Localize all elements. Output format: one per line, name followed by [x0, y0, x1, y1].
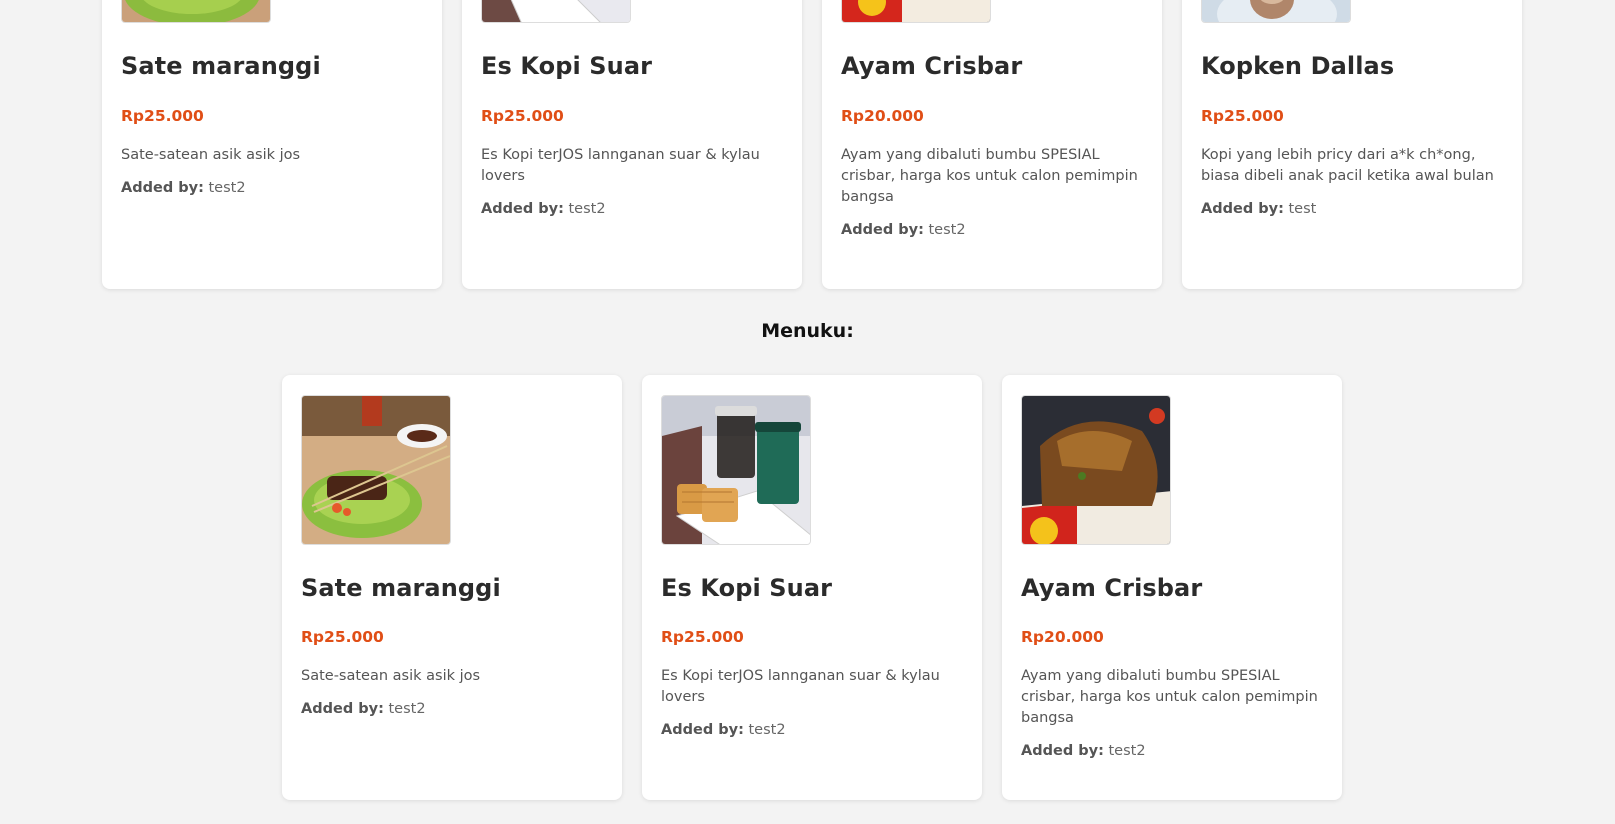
added-by-label: Added by: — [841, 222, 924, 238]
product-image-kopi-suar — [481, 0, 631, 23]
product-description: Ayam yang dibaluti bumbu SPESIAL crisbar… — [1021, 668, 1318, 726]
product-added-by: Added by: test2 — [121, 180, 246, 196]
product-description: Sate-satean asik asik jos — [121, 147, 301, 163]
my-product-card[interactable]: Sate maranggi Rp25.000 Sate-satean asik … — [282, 375, 622, 800]
product-description: Es Kopi terJOS lannganan suar & kylau lo… — [661, 668, 940, 705]
product-card[interactable]: Kopken Dallas Rp25.000 Kopi yang lebih p… — [1182, 0, 1522, 289]
added-by-user: test2 — [568, 201, 606, 217]
product-image-crisbar — [1021, 395, 1171, 545]
section-title-menuku: Menuku: — [761, 320, 854, 342]
product-price: Rp25.000 — [121, 107, 204, 125]
product-card[interactable]: Es Kopi Suar Rp25.000 Es Kopi terJOS lan… — [462, 0, 802, 289]
product-card[interactable]: Sate maranggi Rp25.000 Sate-satean asik … — [102, 0, 442, 289]
added-by-label: Added by: — [1201, 201, 1284, 217]
product-image-crisbar — [841, 0, 991, 23]
product-description: Kopi yang lebih pricy dari a*k ch*ong, b… — [1201, 147, 1494, 184]
added-by-user: test2 — [208, 180, 246, 196]
added-by-user: test2 — [928, 222, 966, 238]
added-by-user: test2 — [388, 701, 426, 717]
product-price: Rp25.000 — [661, 628, 744, 646]
added-by-label: Added by: — [1021, 743, 1104, 759]
product-added-by: Added by: test2 — [841, 222, 966, 238]
product-image-kopi-suar — [661, 395, 811, 545]
product-price: Rp20.000 — [1021, 628, 1104, 646]
product-price: Rp25.000 — [301, 628, 384, 646]
added-by-label: Added by: — [301, 701, 384, 717]
product-price: Rp20.000 — [841, 107, 924, 125]
my-product-card[interactable]: Ayam Crisbar Rp20.000 Ayam yang dibaluti… — [1002, 375, 1342, 800]
product-price: Rp25.000 — [481, 107, 564, 125]
product-name: Es Kopi Suar — [481, 52, 653, 80]
product-card[interactable]: Ayam Crisbar Rp20.000 Ayam yang dibaluti… — [822, 0, 1162, 289]
added-by-user: test — [1288, 201, 1317, 217]
product-added-by: Added by: test — [1201, 201, 1316, 217]
added-by-label: Added by: — [661, 722, 744, 738]
added-by-label: Added by: — [121, 180, 204, 196]
product-name: Ayam Crisbar — [1021, 574, 1203, 602]
product-name: Sate maranggi — [301, 574, 501, 602]
product-added-by: Added by: test2 — [301, 701, 426, 717]
product-name: Es Kopi Suar — [661, 574, 833, 602]
product-price: Rp25.000 — [1201, 107, 1284, 125]
product-description: Sate-satean asik asik jos — [301, 668, 481, 684]
product-added-by: Added by: test2 — [481, 201, 606, 217]
added-by-label: Added by: — [481, 201, 564, 217]
product-name: Sate maranggi — [121, 52, 321, 80]
product-name: Ayam Crisbar — [841, 52, 1023, 80]
product-description: Es Kopi terJOS lannganan suar & kylau lo… — [481, 147, 760, 184]
my-product-card[interactable]: Es Kopi Suar Rp25.000 Es Kopi terJOS lan… — [642, 375, 982, 800]
product-description: Ayam yang dibaluti bumbu SPESIAL crisbar… — [841, 147, 1138, 205]
added-by-user: test2 — [1108, 743, 1146, 759]
product-image-sate — [301, 395, 451, 545]
added-by-user: test2 — [748, 722, 786, 738]
product-added-by: Added by: test2 — [661, 722, 786, 738]
product-added-by: Added by: test2 — [1021, 743, 1146, 759]
product-image-sate — [121, 0, 271, 23]
product-name: Kopken Dallas — [1201, 52, 1395, 80]
product-image-kopken — [1201, 0, 1351, 23]
